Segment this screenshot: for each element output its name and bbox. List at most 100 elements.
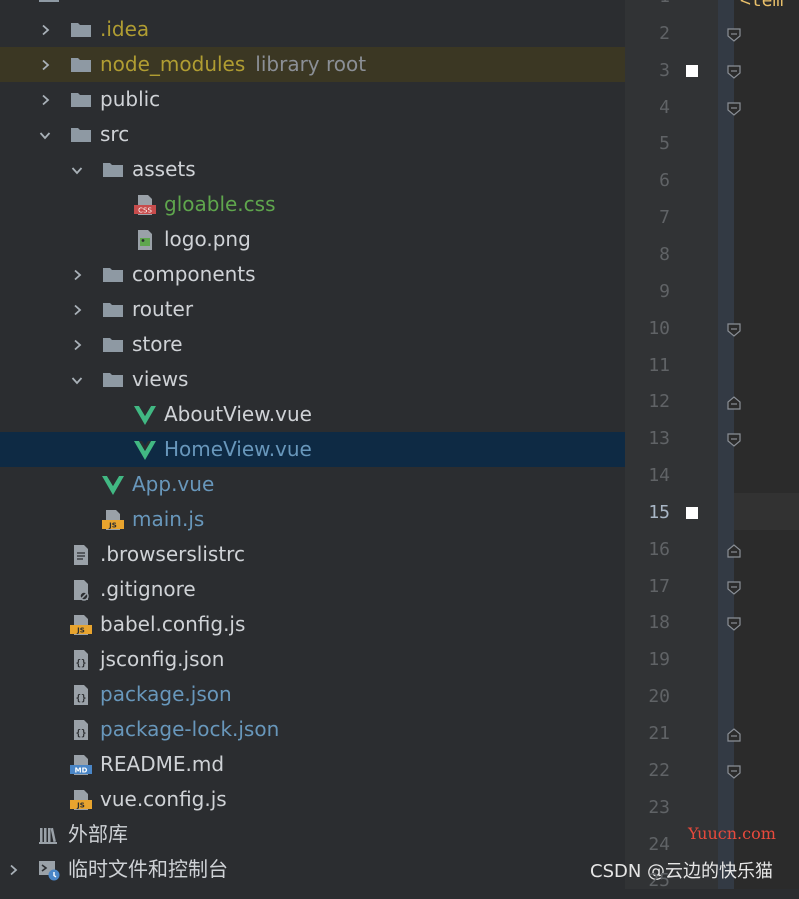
folder-node[interactable]: assets [0, 152, 625, 187]
vue-file-icon [132, 432, 158, 467]
chevron-down-icon[interactable] [35, 117, 55, 152]
file-node[interactable]: CSS gloable.css [0, 187, 625, 222]
folder-node[interactable]: store [0, 327, 625, 362]
file-node[interactable]: HomeView.vue [0, 432, 625, 467]
node-name: views [132, 367, 189, 391]
file-node[interactable]: JS vue.config.js [0, 782, 625, 817]
node-label: jsconfig.json [100, 642, 224, 677]
chevron-right-icon[interactable] [67, 257, 87, 292]
node-label: package-lock.json [100, 712, 279, 747]
folder-node[interactable]: src [0, 117, 625, 152]
node-label: src [100, 117, 129, 152]
svg-text:JS: JS [108, 521, 117, 529]
fold-toggle-icon[interactable] [727, 580, 741, 595]
node-label: node_modules library root [100, 47, 366, 82]
folder-icon [68, 12, 94, 47]
node-label: AboutView.vue [164, 397, 312, 432]
node-label: README.md [100, 747, 224, 782]
node-label: store [132, 327, 183, 362]
chevron-right-icon[interactable] [3, 852, 23, 887]
footer-credit: CSDN @云边的快乐猫 [590, 861, 774, 882]
file-node[interactable]: AboutView.vue [0, 397, 625, 432]
fold-toggle-icon[interactable] [727, 322, 741, 337]
fold-toggle-icon[interactable] [727, 101, 741, 116]
fold-toggle-icon[interactable] [727, 543, 741, 558]
node-name: App.vue [132, 472, 215, 496]
external-libraries-node[interactable]: 外部库 [0, 817, 625, 852]
folder-node[interactable]: .idea [0, 12, 625, 47]
project-root-row[interactable] [0, 0, 625, 12]
folder-node[interactable]: views [0, 362, 625, 397]
node-label: views [132, 362, 188, 397]
node-name: components [132, 262, 256, 286]
bookmark-marker[interactable] [686, 64, 698, 77]
line-number: 1 [625, 0, 670, 15]
text-file-icon [68, 537, 94, 572]
chevron-down-icon[interactable] [67, 152, 87, 187]
bookmark-marker[interactable] [686, 506, 698, 519]
folder-node[interactable]: components [0, 257, 625, 292]
node-name: gloable.css [164, 192, 276, 216]
chevron-right-icon[interactable] [67, 292, 87, 327]
fold-toggle-icon[interactable] [727, 27, 741, 42]
md-file-icon: MD [68, 747, 94, 782]
js-file-icon: JS [68, 782, 94, 817]
fold-toggle-icon[interactable] [727, 616, 741, 632]
folder-node[interactable]: node_modules library root [0, 47, 625, 82]
chevron-right-icon[interactable] [67, 327, 87, 362]
current-line-highlight [734, 493, 799, 530]
chevron-down-icon[interactable] [67, 362, 87, 397]
file-node[interactable]: {} jsconfig.json [0, 642, 625, 677]
fold-toggle-icon[interactable] [727, 64, 741, 79]
node-name: jsconfig.json [100, 647, 225, 671]
line-number: 4 [659, 96, 670, 118]
folder-icon [36, 0, 62, 12]
file-node[interactable]: {} package-lock.json [0, 712, 625, 747]
scratches-node[interactable]: 临时文件和控制台 [0, 852, 625, 887]
file-node[interactable]: JS main.js [0, 502, 625, 537]
file-node[interactable]: MD README.md [0, 747, 625, 782]
node-name: assets [132, 157, 196, 181]
file-node[interactable]: .gitignore [0, 572, 625, 607]
chevron-right-icon[interactable] [35, 82, 55, 117]
line-number: 19 [648, 649, 670, 671]
line-number: 13 [648, 428, 670, 450]
folder-node[interactable]: public [0, 82, 625, 117]
folder-icon [100, 362, 126, 397]
file-node[interactable]: App.vue [0, 467, 625, 502]
node-name: babel.config.js [100, 612, 246, 636]
file-node[interactable]: {} package.json [0, 677, 625, 712]
node-label: main.js [132, 502, 204, 537]
node-name: main.js [132, 507, 205, 531]
svg-text:JS: JS [76, 801, 85, 809]
line-number: 2 [659, 22, 670, 44]
chevron-right-icon[interactable] [35, 47, 55, 82]
fold-toggle-icon[interactable] [727, 432, 741, 447]
node-label: .idea [100, 12, 149, 47]
js-file-icon: JS [68, 607, 94, 642]
node-name: .browserslistrc [100, 542, 245, 566]
file-node[interactable]: logo.png [0, 222, 625, 257]
line-number: 5 [659, 133, 670, 155]
file-node[interactable]: .browserslistrc [0, 537, 625, 572]
folder-node[interactable]: router [0, 292, 625, 327]
line-number: 12 [648, 391, 670, 413]
library-icon [36, 817, 62, 852]
external-libraries-label: 外部库 [68, 822, 128, 846]
fold-toggle-icon[interactable] [727, 395, 741, 410]
editor-area[interactable] [734, 0, 799, 889]
folder-icon [100, 327, 126, 362]
chevron-right-icon[interactable] [35, 12, 55, 47]
node-label: babel.config.js [100, 607, 245, 642]
node-label: .gitignore [100, 572, 196, 607]
node-name: vue.config.js [100, 787, 227, 811]
node-label: HomeView.vue [164, 432, 312, 467]
line-number: 22 [648, 759, 670, 781]
folder-icon [68, 117, 94, 152]
fold-toggle-icon[interactable] [727, 764, 741, 779]
file-node[interactable]: JS babel.config.js [0, 607, 625, 642]
line-number: 23 [648, 796, 670, 818]
line-number: 20 [648, 686, 670, 708]
scratches-icon [36, 852, 62, 887]
fold-toggle-icon[interactable] [727, 727, 741, 742]
